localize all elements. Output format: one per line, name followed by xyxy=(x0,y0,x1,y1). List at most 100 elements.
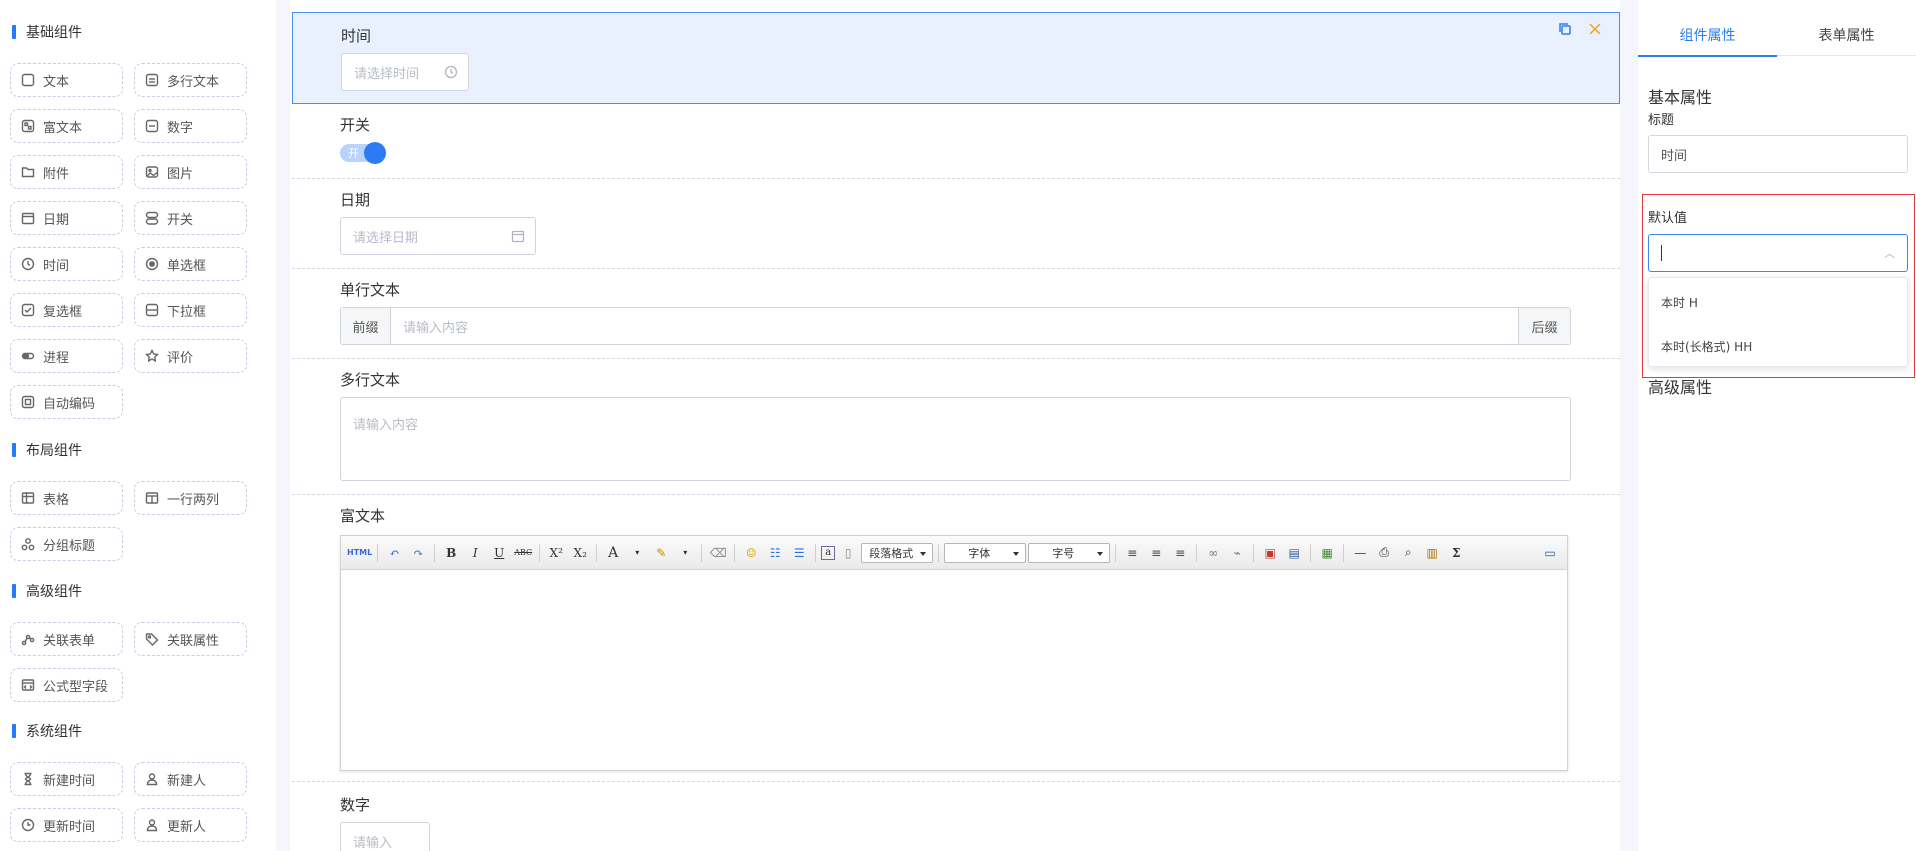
default-value-select[interactable]: ︿ xyxy=(1648,234,1908,272)
field-single-text[interactable]: 单行文本 前缀 请输入内容 后缀 xyxy=(292,269,1620,359)
html-button[interactable]: HTML xyxy=(347,542,372,564)
palette-divider xyxy=(276,0,290,851)
component-time[interactable]: 时间 xyxy=(10,247,123,281)
component-progress[interactable]: 进程 xyxy=(10,339,123,373)
multi-text-textarea[interactable]: 请输入内容 xyxy=(340,397,1571,481)
paragraph-format-select[interactable]: 段落格式 xyxy=(861,542,934,563)
component-number[interactable]: 数字 xyxy=(134,109,247,143)
paste-icon[interactable]: ▥ xyxy=(1421,542,1443,564)
image-insert-icon[interactable]: ▣ xyxy=(1259,542,1281,564)
italic-button[interactable]: I xyxy=(464,542,486,564)
field-multi-text[interactable]: 多行文本 请输入内容 xyxy=(292,359,1620,495)
component-image[interactable]: 图片 xyxy=(134,155,247,189)
font-size-select[interactable]: 字号 xyxy=(1028,542,1111,563)
single-text-input[interactable]: 前缀 请输入内容 后缀 xyxy=(340,307,1571,345)
component-group-title[interactable]: 分组标题 xyxy=(10,527,123,561)
align-right-icon[interactable]: ≡ xyxy=(1169,542,1191,564)
print-icon[interactable]: ⎙ xyxy=(1373,542,1395,564)
preview-icon[interactable]: ⌕ xyxy=(1397,542,1419,564)
date-input[interactable]: 请选择日期 xyxy=(340,217,536,255)
prefix-addon: 前缀 xyxy=(341,308,391,344)
component-date[interactable]: 日期 xyxy=(10,201,123,235)
strikethrough-button[interactable]: ABC xyxy=(512,542,534,564)
highlight-dropdown-icon[interactable]: ▾ xyxy=(674,542,696,564)
forecolor-button[interactable]: A xyxy=(602,542,624,564)
calendar-icon xyxy=(511,229,525,243)
video-insert-icon[interactable]: ▤ xyxy=(1283,542,1305,564)
subscript-button[interactable]: X₂ xyxy=(569,542,591,564)
component-two-columns[interactable]: 一行两列 xyxy=(134,481,247,515)
forecolor-dropdown-icon[interactable]: ▾ xyxy=(626,542,648,564)
component-related-form[interactable]: 关联表单 xyxy=(10,622,123,656)
bold-button[interactable]: B xyxy=(440,542,462,564)
fullscreen-icon[interactable]: ▭ xyxy=(1539,542,1561,564)
editor-toolbar: HTML ↶ ↷ B I U ABC X² X₂ A ▾ ✎ ▾ ⌫ ☺ ☷ ☰… xyxy=(341,536,1567,570)
component-switch[interactable]: 开关 xyxy=(134,201,247,235)
emoji-icon[interactable]: ☺ xyxy=(740,542,762,564)
align-left-icon[interactable]: ≡ xyxy=(1121,542,1143,564)
component-attachment[interactable]: 附件 xyxy=(10,155,123,189)
user-icon xyxy=(145,772,159,786)
horizontal-rule-icon[interactable]: — xyxy=(1349,542,1371,564)
component-select[interactable]: 下拉框 xyxy=(134,293,247,327)
map-insert-icon[interactable]: ▦ xyxy=(1316,542,1338,564)
component-created-time[interactable]: 新建时间 xyxy=(10,762,123,796)
rich-text-icon xyxy=(21,119,35,133)
component-updated-time[interactable]: 更新时间 xyxy=(10,808,123,842)
field-time[interactable]: 时间 请选择时间 xyxy=(292,12,1620,104)
font-family-select[interactable]: 字体 xyxy=(944,542,1027,563)
component-table[interactable]: 表格 xyxy=(10,481,123,515)
field-number[interactable]: 数字 请输入 xyxy=(292,782,1620,851)
eraser-icon[interactable]: ⌫ xyxy=(707,542,729,564)
anchor-button[interactable]: a xyxy=(821,545,836,560)
field-switch[interactable]: 开关 开 xyxy=(292,104,1620,179)
ordered-list-icon[interactable]: ☷ xyxy=(764,542,786,564)
formula-icon xyxy=(21,678,35,692)
field-rich-text[interactable]: 富文本 HTML ↶ ↷ B I U ABC X² X₂ A ▾ ✎ ▾ ⌫ ☺… xyxy=(292,495,1620,782)
underline-button[interactable]: U xyxy=(488,542,510,564)
component-rating[interactable]: 评价 xyxy=(134,339,247,373)
component-formula-field[interactable]: 公式型字段 xyxy=(10,668,123,702)
hourglass-icon xyxy=(21,772,35,786)
rich-text-editor[interactable]: HTML ↶ ↷ B I U ABC X² X₂ A ▾ ✎ ▾ ⌫ ☺ ☷ ☰… xyxy=(340,535,1568,771)
field-date[interactable]: 日期 请选择日期 xyxy=(292,179,1620,269)
component-rich-text[interactable]: 富文本 xyxy=(10,109,123,143)
number-input[interactable]: 请输入 xyxy=(340,822,430,851)
chevron-up-icon: ︿ xyxy=(1884,247,1895,260)
formula-button[interactable]: Σ xyxy=(1445,542,1467,564)
component-creator[interactable]: 新建人 xyxy=(134,762,247,796)
title-input[interactable]: 时间 xyxy=(1648,135,1908,173)
group-title-layout: 布局组件 xyxy=(12,440,82,460)
superscript-button[interactable]: X² xyxy=(545,542,567,564)
redo-icon[interactable]: ↷ xyxy=(407,542,429,564)
link-icon[interactable]: ∞ xyxy=(1202,542,1224,564)
tab-component-properties[interactable]: 组件属性 xyxy=(1638,14,1777,57)
component-text[interactable]: 文本 xyxy=(10,63,123,97)
unlink-icon[interactable]: ⌁ xyxy=(1226,542,1248,564)
dropdown-option[interactable]: 本时 H xyxy=(1649,282,1907,322)
switch-toggle[interactable]: 开 xyxy=(340,142,386,164)
undo-icon[interactable]: ↶ xyxy=(383,542,405,564)
title-label: 标题 xyxy=(1648,113,1675,128)
component-checkbox[interactable]: 复选框 xyxy=(10,293,123,327)
highlight-icon[interactable]: ✎ xyxy=(650,542,672,564)
component-multiline-text[interactable]: 多行文本 xyxy=(134,63,247,97)
dropdown-option[interactable]: 本时(长格式) HH xyxy=(1649,326,1907,366)
unordered-list-icon[interactable]: ☰ xyxy=(788,542,810,564)
canvas-divider xyxy=(1620,0,1638,851)
component-auto-code[interactable]: 自动编码 xyxy=(10,385,123,419)
component-updater[interactable]: 更新人 xyxy=(134,808,247,842)
text-caret xyxy=(1661,245,1662,261)
copy-icon[interactable] xyxy=(1557,21,1573,41)
field-rich-text-label: 富文本 xyxy=(340,507,386,525)
checkbox-icon xyxy=(21,303,35,317)
align-center-icon[interactable]: ≡ xyxy=(1145,542,1167,564)
tab-form-properties[interactable]: 表单属性 xyxy=(1777,14,1916,56)
page-icon[interactable]: ▯ xyxy=(837,542,859,564)
time-input[interactable]: 请选择时间 xyxy=(341,53,469,91)
component-radio[interactable]: 单选框 xyxy=(134,247,247,281)
close-icon[interactable] xyxy=(1587,21,1603,41)
tag-icon xyxy=(145,632,159,646)
text-icon xyxy=(21,73,35,87)
component-related-property[interactable]: 关联属性 xyxy=(134,622,247,656)
